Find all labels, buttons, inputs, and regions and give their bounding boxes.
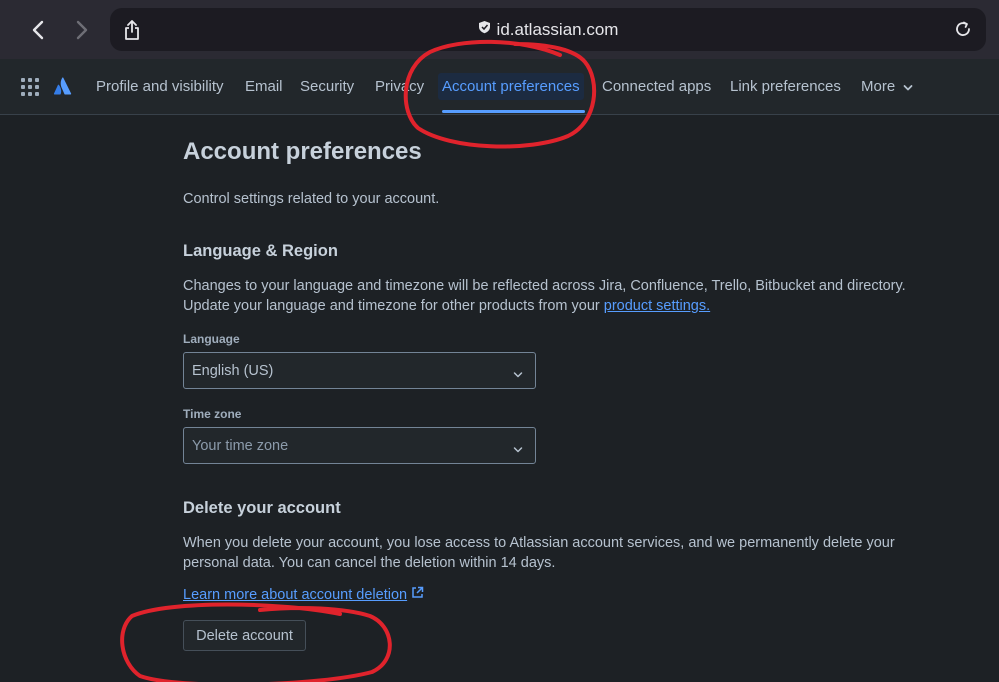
- url-text[interactable]: id.atlassian.com: [497, 20, 619, 40]
- timezone-label: Time zone: [183, 407, 242, 421]
- browser-toolbar: id.atlassian.com: [0, 0, 999, 59]
- back-icon[interactable]: [24, 16, 52, 44]
- language-region-description: Changes to your language and timezone wi…: [183, 277, 913, 316]
- learn-more-link-label: Learn more about account deletion: [183, 586, 408, 603]
- delete-account-heading: Delete your account: [183, 499, 341, 517]
- address-bar[interactable]: id.atlassian.com: [110, 8, 986, 51]
- delete-account-button[interactable]: Delete account: [183, 620, 306, 651]
- tab-link-preferences[interactable]: Link preferences: [730, 78, 841, 95]
- language-region-heading: Language & Region: [183, 242, 338, 260]
- timezone-select[interactable]: Your time zone: [183, 427, 536, 464]
- product-settings-link[interactable]: product settings.: [604, 298, 710, 314]
- forward-icon[interactable]: [68, 16, 96, 44]
- chevron-down-icon: [513, 441, 523, 453]
- chevron-down-icon: [903, 79, 913, 96]
- active-tab-indicator: [442, 110, 585, 113]
- app-switcher-icon[interactable]: [21, 78, 39, 96]
- language-region-text: Changes to your language and timezone wi…: [183, 278, 906, 314]
- tab-privacy[interactable]: Privacy: [375, 78, 424, 95]
- language-select-value: English (US): [192, 363, 274, 379]
- external-link-icon: [411, 586, 424, 603]
- shield-icon: [478, 20, 491, 39]
- page-title: Account preferences: [183, 138, 422, 165]
- learn-more-link[interactable]: Learn more about account deletion: [183, 586, 424, 603]
- tab-more[interactable]: More: [861, 78, 913, 96]
- language-select[interactable]: English (US): [183, 352, 536, 389]
- reload-icon[interactable]: [952, 18, 974, 40]
- page-subtitle: Control settings related to your account…: [183, 191, 440, 207]
- chevron-down-icon: [513, 366, 523, 378]
- app-navigation: Profile and visibility Email Security Pr…: [0, 59, 999, 115]
- timezone-select-placeholder: Your time zone: [192, 438, 289, 454]
- tab-connected-apps[interactable]: Connected apps: [602, 78, 711, 95]
- tab-account-preferences[interactable]: Account preferences: [438, 73, 584, 100]
- delete-account-description: When you delete your account, you lose a…: [183, 535, 895, 571]
- tab-more-label: More: [861, 78, 896, 95]
- tab-security[interactable]: Security: [300, 78, 354, 95]
- tab-email[interactable]: Email: [245, 78, 283, 95]
- tab-profile-and-visibility[interactable]: Profile and visibility: [96, 78, 224, 95]
- language-label: Language: [183, 332, 240, 346]
- atlassian-logo-icon[interactable]: [53, 76, 73, 96]
